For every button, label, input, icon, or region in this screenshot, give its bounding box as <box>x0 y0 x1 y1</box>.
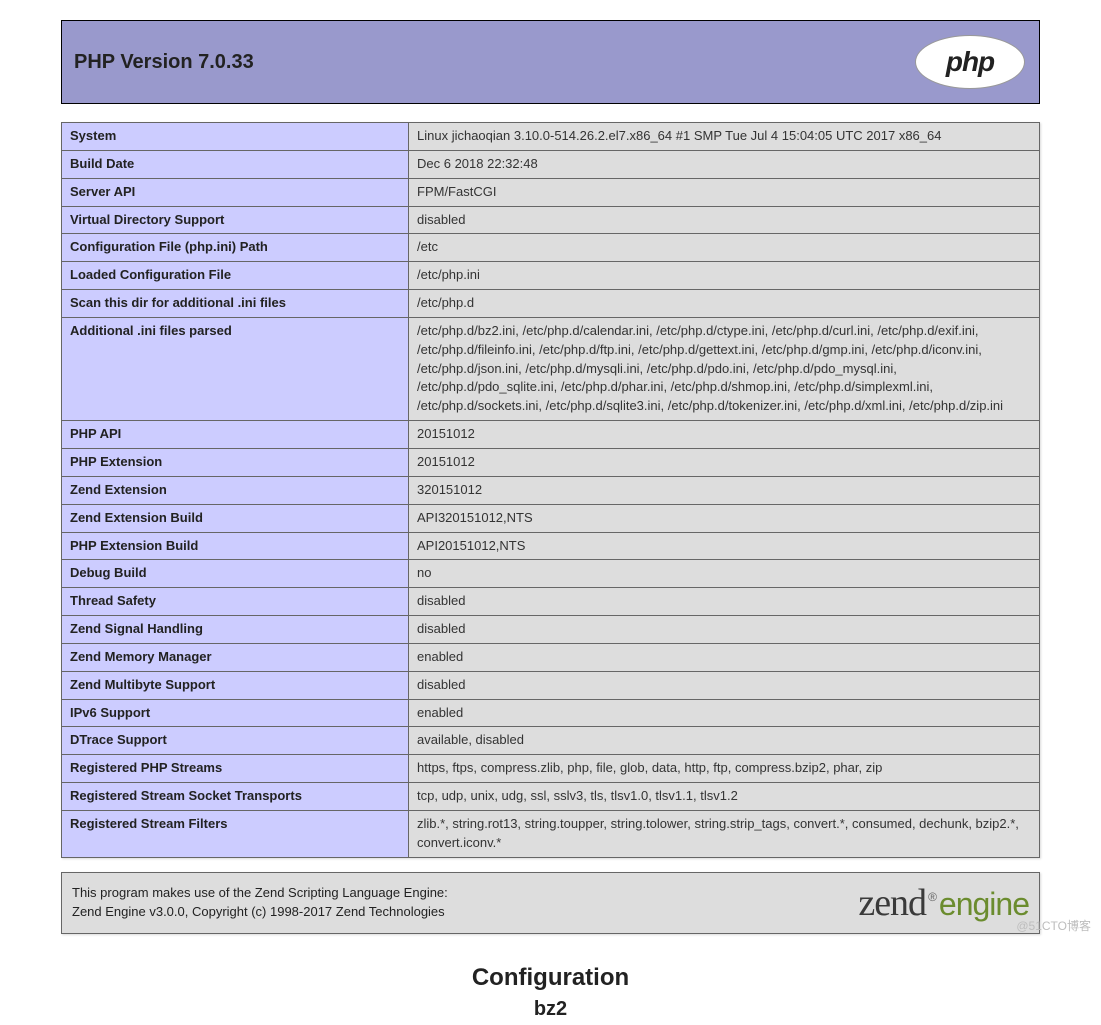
info-value: Linux jichaoqian 3.10.0-514.26.2.el7.x86… <box>409 123 1040 151</box>
zend-line-2: Zend Engine v3.0.0, Copyright (c) 1998-2… <box>72 903 448 921</box>
info-label: Zend Multibyte Support <box>62 671 409 699</box>
table-row: PHP Extension20151012 <box>62 448 1040 476</box>
zend-logo-reg: ® <box>928 890 937 904</box>
table-row: Loaded Configuration File/etc/php.ini <box>62 262 1040 290</box>
info-value: API20151012,NTS <box>409 532 1040 560</box>
table-row: Registered PHP Streamshttps, ftps, compr… <box>62 755 1040 783</box>
info-value: tcp, udp, unix, udg, ssl, sslv3, tls, tl… <box>409 783 1040 811</box>
info-value: Dec 6 2018 22:32:48 <box>409 150 1040 178</box>
info-label: Debug Build <box>62 560 409 588</box>
info-label: Configuration File (php.ini) Path <box>62 234 409 262</box>
table-row: Zend Extension320151012 <box>62 476 1040 504</box>
info-value: enabled <box>409 699 1040 727</box>
info-value: disabled <box>409 616 1040 644</box>
watermark: @51CTO博客 <box>1016 917 1091 934</box>
table-row: Build DateDec 6 2018 22:32:48 <box>62 150 1040 178</box>
info-label: Registered PHP Streams <box>62 755 409 783</box>
info-label: Additional .ini files parsed <box>62 317 409 420</box>
info-value: enabled <box>409 643 1040 671</box>
info-label: PHP Extension <box>62 448 409 476</box>
table-row: PHP API20151012 <box>62 421 1040 449</box>
info-value: 320151012 <box>409 476 1040 504</box>
info-label: System <box>62 123 409 151</box>
info-label: PHP Extension Build <box>62 532 409 560</box>
table-row: Configuration File (php.ini) Path/etc <box>62 234 1040 262</box>
php-logo: php <box>915 35 1025 89</box>
info-label: Registered Stream Socket Transports <box>62 783 409 811</box>
info-value: no <box>409 560 1040 588</box>
table-row: SystemLinux jichaoqian 3.10.0-514.26.2.e… <box>62 123 1040 151</box>
info-label: Loaded Configuration File <box>62 262 409 290</box>
table-row: PHP Extension BuildAPI20151012,NTS <box>62 532 1040 560</box>
info-label: Zend Signal Handling <box>62 616 409 644</box>
zend-logo: zend ® engine <box>858 881 1029 925</box>
zend-engine-text: This program makes use of the Zend Scrip… <box>72 884 448 920</box>
table-row: Debug Buildno <box>62 560 1040 588</box>
php-version-header: PHP Version 7.0.33 php <box>61 20 1040 104</box>
info-value: 20151012 <box>409 448 1040 476</box>
info-label: Zend Memory Manager <box>62 643 409 671</box>
table-row: Server APIFPM/FastCGI <box>62 178 1040 206</box>
configuration-heading: Configuration <box>61 964 1040 992</box>
php-info-table: SystemLinux jichaoqian 3.10.0-514.26.2.e… <box>61 122 1040 858</box>
table-row: Zend Multibyte Supportdisabled <box>62 671 1040 699</box>
info-value: /etc <box>409 234 1040 262</box>
info-label: Build Date <box>62 150 409 178</box>
info-label: Registered Stream Filters <box>62 810 409 857</box>
zend-line-1: This program makes use of the Zend Scrip… <box>72 884 448 902</box>
info-label: Thread Safety <box>62 588 409 616</box>
page-title: PHP Version 7.0.33 <box>74 51 254 74</box>
info-label: Zend Extension <box>62 476 409 504</box>
table-row: Additional .ini files parsed/etc/php.d/b… <box>62 317 1040 420</box>
info-label: IPv6 Support <box>62 699 409 727</box>
table-row: Registered Stream Filterszlib.*, string.… <box>62 810 1040 857</box>
info-value: 20151012 <box>409 421 1040 449</box>
zend-logo-zend: zend <box>858 881 926 925</box>
table-row: Zend Signal Handlingdisabled <box>62 616 1040 644</box>
table-row: DTrace Supportavailable, disabled <box>62 727 1040 755</box>
info-value: disabled <box>409 206 1040 234</box>
table-row: Zend Memory Managerenabled <box>62 643 1040 671</box>
info-value: available, disabled <box>409 727 1040 755</box>
info-label: Virtual Directory Support <box>62 206 409 234</box>
info-value: FPM/FastCGI <box>409 178 1040 206</box>
table-row: Registered Stream Socket Transportstcp, … <box>62 783 1040 811</box>
info-value: disabled <box>409 671 1040 699</box>
info-value: /etc/php.ini <box>409 262 1040 290</box>
table-row: Zend Extension BuildAPI320151012,NTS <box>62 504 1040 532</box>
info-value: API320151012,NTS <box>409 504 1040 532</box>
table-row: Thread Safetydisabled <box>62 588 1040 616</box>
bz2-subheading: bz2 <box>61 998 1040 1021</box>
table-row: Virtual Directory Supportdisabled <box>62 206 1040 234</box>
info-value: /etc/php.d/bz2.ini, /etc/php.d/calendar.… <box>409 317 1040 420</box>
table-row: Scan this dir for additional .ini files/… <box>62 290 1040 318</box>
info-value: /etc/php.d <box>409 290 1040 318</box>
info-label: Scan this dir for additional .ini files <box>62 290 409 318</box>
table-row: IPv6 Supportenabled <box>62 699 1040 727</box>
info-value: zlib.*, string.rot13, string.toupper, st… <box>409 810 1040 857</box>
info-label: PHP API <box>62 421 409 449</box>
info-label: Server API <box>62 178 409 206</box>
info-label: Zend Extension Build <box>62 504 409 532</box>
zend-engine-box: This program makes use of the Zend Scrip… <box>61 872 1040 934</box>
info-value: disabled <box>409 588 1040 616</box>
info-label: DTrace Support <box>62 727 409 755</box>
info-value: https, ftps, compress.zlib, php, file, g… <box>409 755 1040 783</box>
php-logo-text: php <box>946 46 994 78</box>
